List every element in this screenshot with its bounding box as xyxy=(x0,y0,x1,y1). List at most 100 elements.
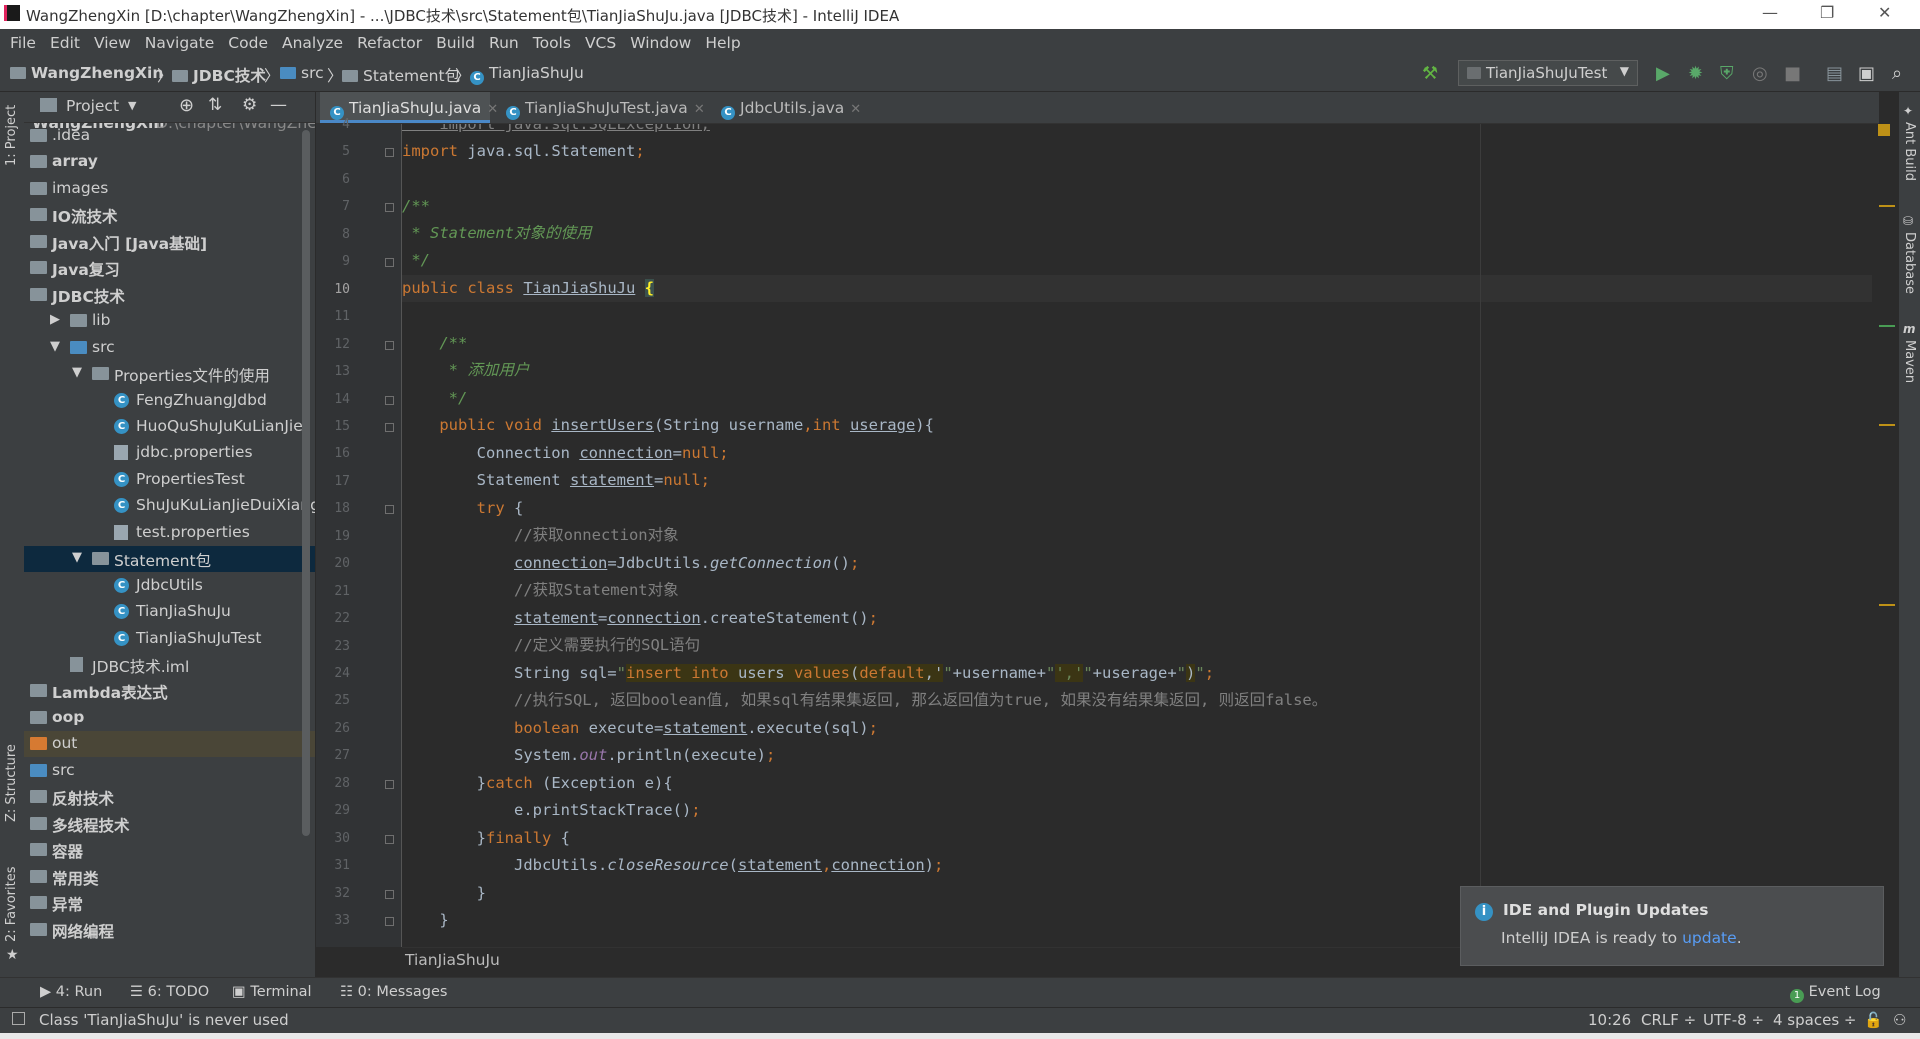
menu-tools[interactable]: Tools xyxy=(533,34,571,52)
run-tool-button[interactable]: ▶ 4: Run xyxy=(40,984,102,1000)
tree-item-folder[interactable]: 多线程技术 xyxy=(24,811,315,837)
fold-marker-icon[interactable] xyxy=(385,422,394,432)
fold-marker-icon[interactable] xyxy=(385,340,394,350)
menu-help[interactable]: Help xyxy=(705,34,740,52)
fold-marker-icon[interactable] xyxy=(385,917,394,927)
fold-marker-icon[interactable] xyxy=(385,395,394,405)
caret-position[interactable]: 10:26 xyxy=(1588,1011,1631,1029)
tab-tianjiashujutest[interactable]: C TianJiaShuJuTest.java ✕ xyxy=(496,92,705,123)
status-toggle-icon[interactable] xyxy=(12,1012,25,1025)
tree-item-class[interactable]: C JdbcUtils xyxy=(24,573,315,599)
inspector-icon[interactable]: ⚇ xyxy=(1893,1011,1906,1029)
tree-item-folder[interactable]: Lambda表达式 xyxy=(24,678,315,704)
line-separator-select[interactable]: CRLF ÷ xyxy=(1641,1011,1696,1029)
tree-item-folder[interactable]: oop xyxy=(24,705,315,731)
close-tab-icon[interactable]: ✕ xyxy=(694,102,705,117)
chevron-down-icon[interactable]: ▼ xyxy=(72,550,82,565)
structure-tool-tab[interactable]: Z: Structure xyxy=(4,744,19,822)
change-mark[interactable] xyxy=(1879,325,1895,327)
menu-navigate[interactable]: Navigate xyxy=(145,34,215,52)
breadcrumb-module[interactable]: JDBC技术 xyxy=(172,64,266,86)
tab-jdbcutils[interactable]: C JdbcUtils.java ✕ xyxy=(711,92,861,123)
tree-item-file[interactable]: jdbc.properties xyxy=(24,440,315,466)
chevron-down-icon[interactable]: ▼ xyxy=(50,339,60,354)
tree-item-class[interactable]: C TianJiaShuJuTest xyxy=(24,626,315,652)
tree-item-folder[interactable]: ▶ lib xyxy=(24,308,315,334)
coverage-icon[interactable]: ⛨ xyxy=(1720,63,1734,84)
fold-marker-icon[interactable] xyxy=(385,203,394,213)
project-scrollbar[interactable] xyxy=(302,130,310,836)
search-icon[interactable]: ⌕ xyxy=(1892,63,1902,84)
menu-run[interactable]: Run xyxy=(489,34,519,52)
stop-icon[interactable]: ■ xyxy=(1784,63,1801,84)
build-hammer-icon[interactable]: ⚒ xyxy=(1422,63,1438,84)
tree-item-folder[interactable]: 常用类 xyxy=(24,864,315,890)
tree-item-folder[interactable]: ▼ Properties文件的使用 xyxy=(24,361,315,387)
tree-item-folder[interactable]: out xyxy=(24,731,315,757)
menu-refactor[interactable]: Refactor xyxy=(357,34,422,52)
ant-build-tool-tab[interactable]: Ant Build xyxy=(1902,122,1917,181)
fold-marker-icon[interactable] xyxy=(385,889,394,899)
chevron-down-icon[interactable]: ▼ xyxy=(128,99,136,112)
run-icon[interactable]: ▶ xyxy=(1656,63,1670,84)
warning-mark[interactable] xyxy=(1879,205,1895,207)
fold-marker-icon[interactable] xyxy=(385,834,394,844)
tree-item-folder[interactable]: ▼ Statement包 xyxy=(24,546,315,572)
tree-item-folder[interactable]: JDBC技术 xyxy=(24,282,315,308)
warning-mark[interactable] xyxy=(1879,424,1895,426)
favorites-tool-tab[interactable]: 2: Favorites xyxy=(4,866,19,942)
project-structure-icon[interactable]: ▤ xyxy=(1826,63,1843,84)
breadcrumb-class[interactable]: C TianJiaShuJu xyxy=(470,64,584,85)
layout-icon[interactable]: ▣ xyxy=(1858,63,1875,84)
maven-tool-tab[interactable]: Maven xyxy=(1902,340,1917,383)
run-configuration-select[interactable]: TianJiaShuJuTest ▼ xyxy=(1458,60,1638,86)
tree-item-file[interactable]: test.properties xyxy=(24,520,315,546)
menu-code[interactable]: Code xyxy=(228,34,268,52)
chevron-right-icon[interactable]: ▶ xyxy=(50,312,60,327)
menu-window[interactable]: Window xyxy=(630,34,691,52)
event-log-button[interactable]: 1 Event Log xyxy=(1790,984,1881,1003)
tree-item-folder[interactable]: Java入门 [Java基础] xyxy=(24,229,315,255)
tree-item-class[interactable]: C ShuJuKuLianJieDuiXiang xyxy=(24,493,315,519)
tree-item-folder[interactable]: 容器 xyxy=(24,837,315,863)
code-editor[interactable]: import java.sql.SQLException; import jav… xyxy=(402,124,1878,947)
tree-item-class[interactable]: C TianJiaShuJu xyxy=(24,599,315,625)
tree-item-folder[interactable]: images xyxy=(24,176,315,202)
update-notification[interactable]: i IDE and Plugin Updates IntelliJ IDEA i… xyxy=(1460,886,1884,966)
database-tool-tab[interactable]: Database xyxy=(1902,232,1917,294)
terminal-tool-button[interactable]: ▣ Terminal xyxy=(232,984,312,1000)
indent-select[interactable]: 4 spaces ÷ xyxy=(1773,1011,1856,1029)
breadcrumb-src[interactable]: src xyxy=(280,64,324,82)
menu-analyze[interactable]: Analyze xyxy=(282,34,343,52)
tree-item-folder[interactable]: src xyxy=(24,758,315,784)
debug-icon[interactable]: ✹ xyxy=(1688,63,1703,84)
menu-file[interactable]: File xyxy=(10,34,36,52)
lock-icon[interactable]: 🔓 xyxy=(1864,1011,1883,1029)
encoding-select[interactable]: UTF-8 ÷ xyxy=(1703,1011,1764,1029)
tree-item-folder[interactable]: Java复习 xyxy=(24,255,315,281)
project-tool-tab[interactable]: 1: Project xyxy=(4,105,19,166)
close-tab-icon[interactable]: ✕ xyxy=(850,102,861,117)
close-icon[interactable]: ✕ xyxy=(1878,3,1891,22)
fold-marker-icon[interactable] xyxy=(385,258,394,268)
fold-marker-icon[interactable] xyxy=(385,148,394,158)
tree-item-folder[interactable]: 网络编程 xyxy=(24,917,315,943)
tree-item-folder[interactable]: 异常 xyxy=(24,890,315,916)
breadcrumb-package[interactable]: Statement包 xyxy=(342,64,460,86)
project-view-select[interactable]: Project xyxy=(66,97,119,115)
collapse-all-icon[interactable]: ⇅ xyxy=(208,95,222,115)
todo-tool-button[interactable]: ☰ 6: TODO xyxy=(130,984,209,1000)
menu-build[interactable]: Build xyxy=(436,34,475,52)
hide-panel-icon[interactable]: — xyxy=(270,95,287,115)
breadcrumb-project[interactable]: WangZhengXin xyxy=(10,64,163,82)
fold-marker-icon[interactable] xyxy=(385,505,394,515)
menu-view[interactable]: View xyxy=(94,34,131,52)
tree-item-folder[interactable]: JDBC技术.iml xyxy=(24,652,315,678)
chevron-down-icon[interactable]: ▼ xyxy=(72,365,82,380)
tree-item-folder[interactable]: IO流技术 xyxy=(24,202,315,228)
menu-edit[interactable]: Edit xyxy=(50,34,80,52)
restore-icon[interactable]: ❐ xyxy=(1820,3,1834,22)
menu-vcs[interactable]: VCS xyxy=(585,34,616,52)
fold-marker-icon[interactable] xyxy=(385,779,394,789)
warning-mark[interactable] xyxy=(1879,604,1895,606)
